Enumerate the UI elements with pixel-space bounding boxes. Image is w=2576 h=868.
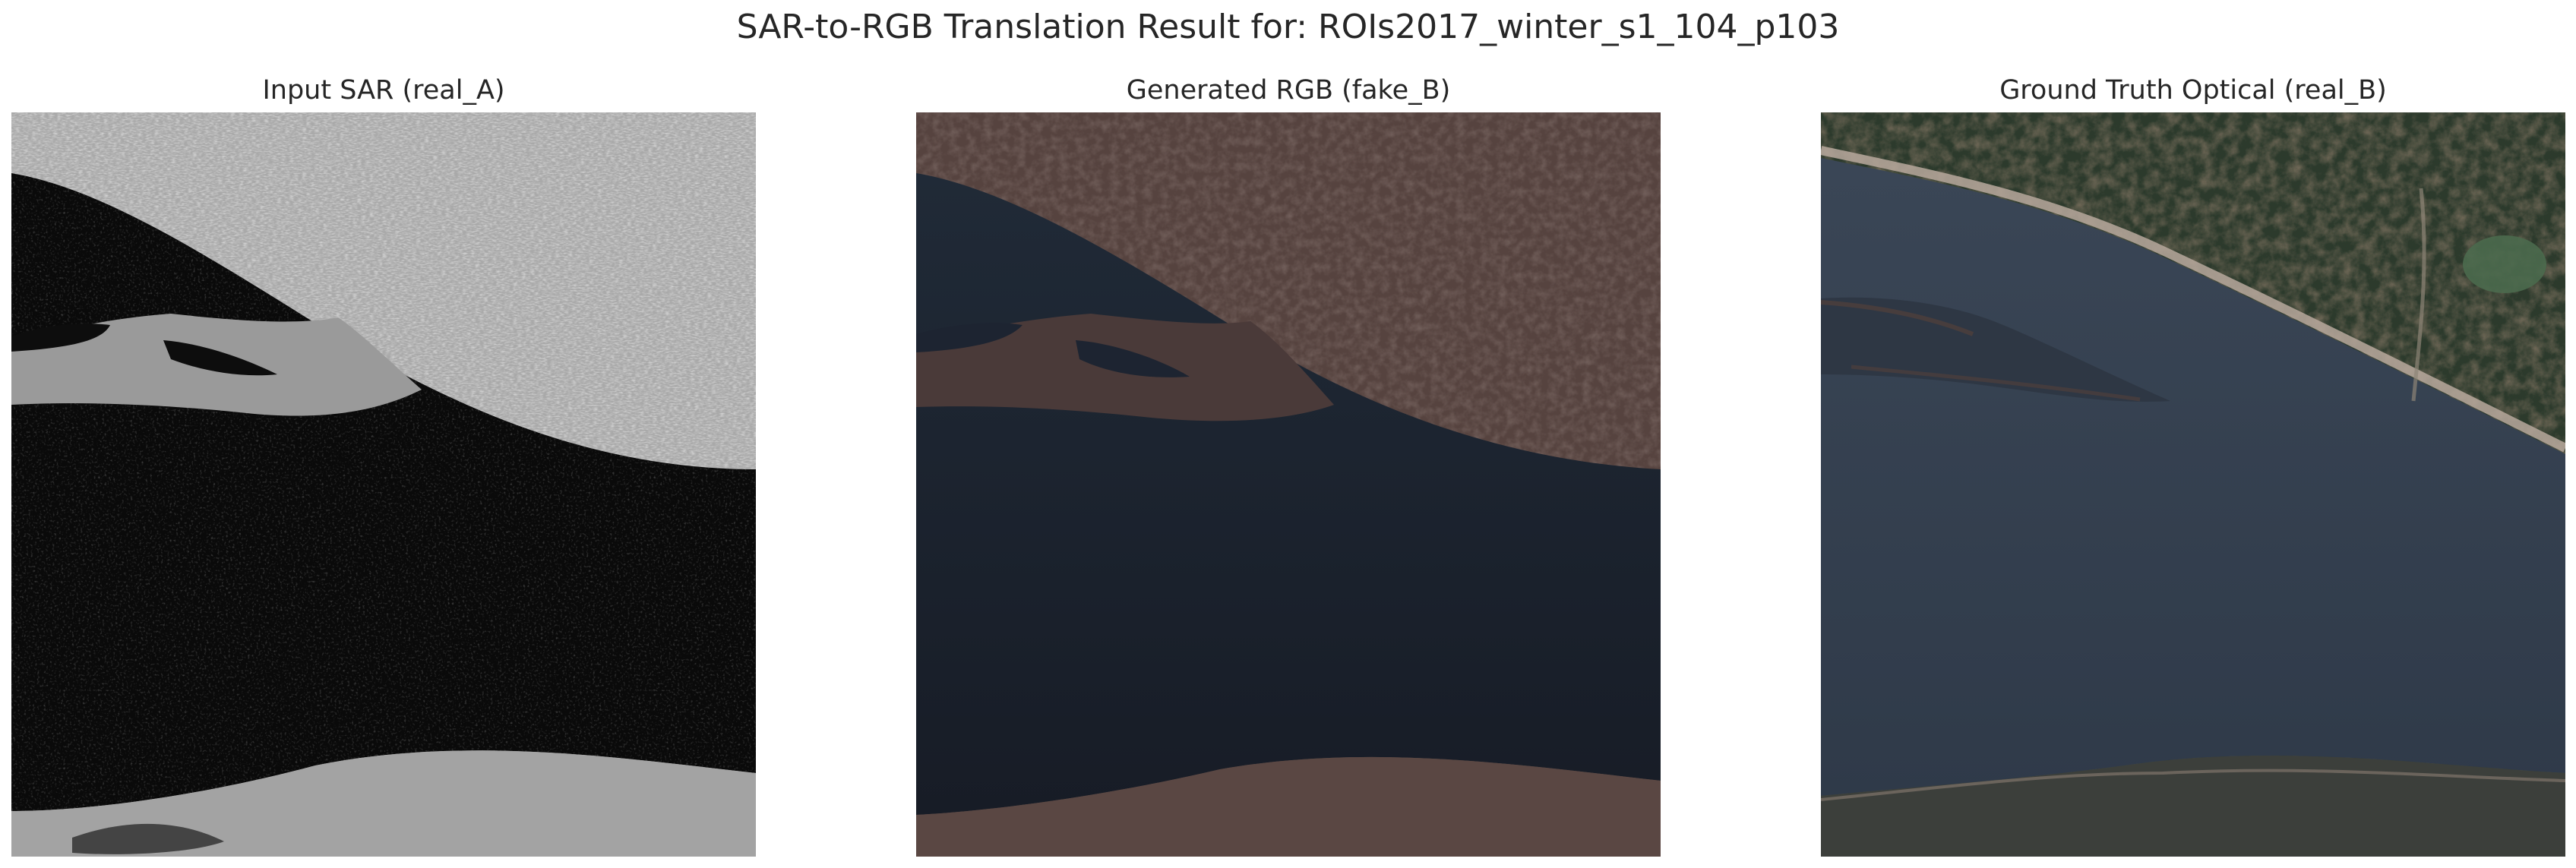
panel-title-ground-truth: Ground Truth Optical (real_B): [1999, 75, 2387, 106]
panel-ground-truth: Ground Truth Optical (real_B): [1821, 72, 2565, 858]
panel-title-input-sar: Input SAR (real_A): [262, 75, 505, 106]
panel-input-sar: Input SAR (real_A): [11, 72, 756, 858]
figure-title: SAR-to-RGB Translation Result for: ROIs2…: [736, 8, 1840, 46]
sar-image: [11, 112, 756, 857]
generated-image: [916, 112, 1661, 857]
ground-truth-image: [1821, 112, 2565, 857]
panel-generated-rgb: Generated RGB (fake_B): [916, 72, 1661, 858]
panel-title-generated-rgb: Generated RGB (fake_B): [1126, 75, 1451, 106]
optical-field: [2463, 235, 2546, 293]
